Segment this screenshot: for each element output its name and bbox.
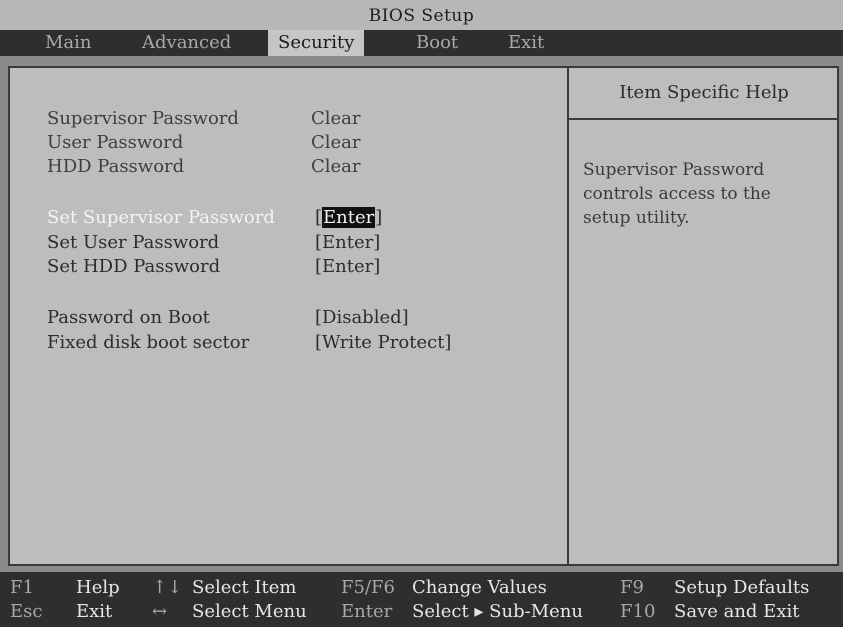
arrows-updown-desc: Select Item bbox=[192, 577, 297, 598]
bracket-close: ] bbox=[375, 207, 383, 228]
help-header: Item Specific Help bbox=[569, 68, 839, 120]
help-pane: Item Specific Help Supervisor Password c… bbox=[567, 68, 839, 564]
status-label: Supervisor Password bbox=[47, 108, 239, 129]
item-label: Set HDD Password bbox=[47, 256, 221, 277]
item-value[interactable]: [Write Protect] bbox=[315, 331, 451, 355]
esc-key: Esc bbox=[10, 601, 43, 622]
key-legend-bar: F1 Help Esc Exit ↑↓ Select Item ↔ Select… bbox=[0, 572, 843, 627]
f5f6-key: F5/F6 bbox=[341, 577, 395, 598]
tab-exit[interactable]: Exit bbox=[508, 30, 544, 56]
item-label: Set User Password bbox=[47, 232, 220, 253]
f1-desc: Help bbox=[76, 577, 120, 598]
f10-desc: Save and Exit bbox=[674, 601, 800, 622]
tab-boot[interactable]: Boot bbox=[416, 30, 458, 56]
arrows-leftright-key: ↔ bbox=[152, 601, 168, 622]
item-label: Set Supervisor Password bbox=[47, 207, 275, 228]
settings-pane: Supervisor Password Clear User Password … bbox=[10, 68, 567, 564]
item-label: Password on Boot bbox=[47, 307, 210, 328]
status-value: Clear bbox=[311, 132, 361, 153]
item-value[interactable]: [Disabled] bbox=[315, 306, 409, 330]
status-label: User Password bbox=[47, 132, 184, 153]
f5f6-desc: Change Values bbox=[412, 577, 547, 598]
tab-main[interactable]: Main bbox=[45, 30, 92, 56]
status-value: Clear bbox=[311, 156, 361, 177]
title-bar: BIOS Setup bbox=[0, 0, 843, 30]
enter-desc: Select ▸ Sub-Menu bbox=[412, 601, 583, 622]
arrows-updown-key: ↑↓ bbox=[152, 577, 183, 598]
f9-key: F9 bbox=[620, 577, 644, 598]
menu-bar: Main Advanced Security Boot Exit bbox=[0, 30, 843, 56]
tab-advanced[interactable]: Advanced bbox=[142, 30, 231, 56]
esc-desc: Exit bbox=[76, 601, 113, 622]
status-value: Clear bbox=[311, 108, 361, 129]
bracket-open: [ bbox=[315, 207, 323, 228]
item-value[interactable]: [Enter] bbox=[315, 255, 380, 279]
bios-screen: BIOS Setup Main Advanced Security Boot E… bbox=[0, 0, 843, 627]
item-value[interactable]: [Enter] bbox=[315, 206, 382, 230]
f9-desc: Setup Defaults bbox=[674, 577, 810, 598]
window-title: BIOS Setup bbox=[368, 6, 475, 26]
selected-value-highlight: Enter bbox=[322, 207, 376, 228]
item-value[interactable]: [Enter] bbox=[315, 231, 380, 255]
f10-key: F10 bbox=[620, 601, 656, 622]
help-title: Item Specific Help bbox=[619, 82, 789, 103]
status-label: HDD Password bbox=[47, 156, 185, 177]
tab-security[interactable]: Security bbox=[268, 30, 365, 56]
security-frame: Supervisor Password Clear User Password … bbox=[8, 66, 839, 566]
item-label: Fixed disk boot sector bbox=[47, 332, 250, 353]
arrows-leftright-desc: Select Menu bbox=[192, 601, 307, 622]
enter-key: Enter bbox=[341, 601, 393, 622]
f1-key: F1 bbox=[10, 577, 34, 598]
help-text: Supervisor Password controls access to t… bbox=[583, 160, 771, 228]
